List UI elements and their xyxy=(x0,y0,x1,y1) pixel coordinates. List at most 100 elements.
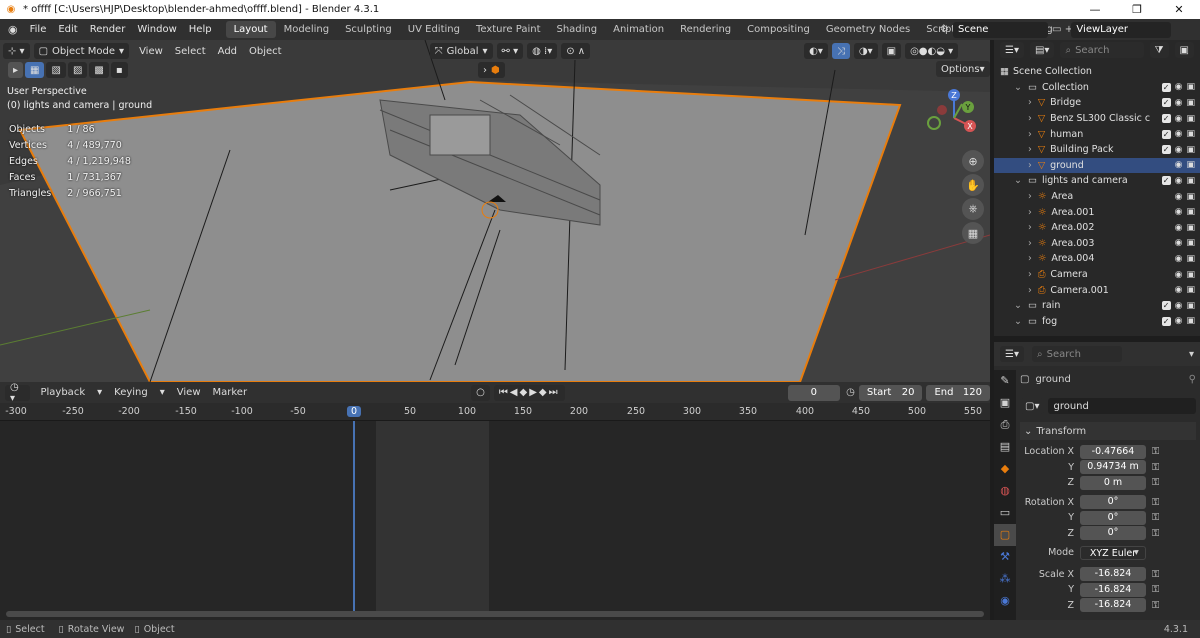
exclude-checkbox[interactable]: ✓ xyxy=(1161,301,1171,311)
marker-menu[interactable]: Marker xyxy=(207,387,254,398)
frame-ruler[interactable]: -300 -250 -200 -150 -100 -50 0 50 100 15… xyxy=(0,403,990,421)
lock-icon[interactable]: ⚿ xyxy=(1152,528,1159,539)
menu-render[interactable]: Render xyxy=(84,24,132,35)
properties-menu-icon[interactable]: ▾ xyxy=(1189,349,1194,360)
maximize-button[interactable]: ❐ xyxy=(1116,0,1158,19)
3d-viewport[interactable]: ⊹ ▾ ▢ Object Mode ▾ View Select Add Object… xyxy=(0,40,990,382)
select-extend-icon[interactable]: ▧ xyxy=(46,62,66,78)
properties-search-input[interactable]: ⌕ Search xyxy=(1031,346,1122,362)
viewport-menu-object[interactable]: Object xyxy=(243,46,288,57)
lock-icon[interactable]: ⚿ xyxy=(1152,446,1159,457)
render-camera-icon[interactable]: ▣ xyxy=(1186,98,1195,108)
pan-hand-icon[interactable]: ✋ xyxy=(962,174,984,196)
playhead-line[interactable] xyxy=(353,421,355,611)
collapse-toolbar-icon[interactable]: › ⬢ xyxy=(478,62,505,78)
lock-icon[interactable]: ⚿ xyxy=(1152,497,1159,508)
close-button[interactable]: ✕ xyxy=(1158,0,1200,19)
select-new-icon[interactable]: ▦ xyxy=(25,62,45,78)
eye-icon[interactable]: ◉ xyxy=(1175,160,1183,170)
select-intersect-icon[interactable]: ▪ xyxy=(110,62,128,78)
physics-tab-icon[interactable]: ◉ xyxy=(994,590,1016,612)
lock-icon[interactable]: ⚿ xyxy=(1152,462,1159,473)
viewport-menu-view[interactable]: View xyxy=(133,46,169,57)
exclude-checkbox[interactable]: ✓ xyxy=(1161,145,1171,155)
render-camera-icon[interactable]: ▣ xyxy=(1186,238,1195,248)
chevron-right-icon[interactable]: › xyxy=(1028,97,1032,108)
outliner-row[interactable]: › ▽ Bridge ✓ ◉ ▣ xyxy=(994,95,1200,111)
exclude-checkbox[interactable]: ✓ xyxy=(1161,82,1171,92)
exclude-checkbox[interactable]: ✓ xyxy=(1161,129,1171,139)
render-camera-icon[interactable]: ▣ xyxy=(1186,254,1195,264)
scene-icon[interactable]: ⚙ xyxy=(940,24,949,35)
tab-texture-paint[interactable]: Texture Paint xyxy=(468,21,549,38)
timeline-scrollbar[interactable] xyxy=(6,611,984,617)
menu-help[interactable]: Help xyxy=(183,24,218,35)
chevron-right-icon[interactable]: › xyxy=(1028,191,1032,202)
eye-icon[interactable]: ◉ xyxy=(1175,316,1183,326)
tab-animation[interactable]: Animation xyxy=(605,21,672,38)
timeline-editor-type-icon[interactable]: ◷ ▾ xyxy=(5,382,31,404)
transform-panel-header[interactable]: ⌄ Transform xyxy=(1020,422,1196,440)
tool-tab-icon[interactable]: ✎ xyxy=(994,370,1016,392)
outliner-row[interactable]: › ⎙ Camera.001 ◉ ▣ xyxy=(994,282,1200,298)
scene-browse-icon[interactable]: ▭ xyxy=(1052,24,1061,35)
eye-icon[interactable]: ◉ xyxy=(1175,238,1183,248)
eye-icon[interactable]: ◉ xyxy=(1175,114,1183,124)
chevron-right-icon[interactable]: ⌄ xyxy=(1014,175,1022,186)
snap-button[interactable]: ◍ ⁞▾ xyxy=(527,43,558,59)
scene-selector[interactable]: Scene xyxy=(952,21,1048,38)
render-camera-icon[interactable]: ▣ xyxy=(1186,129,1195,139)
render-camera-icon[interactable]: ▣ xyxy=(1186,223,1195,233)
outliner-row[interactable]: ⌄ ▭ rain ✓ ◉ ▣ xyxy=(994,298,1200,314)
render-camera-icon[interactable]: ▣ xyxy=(1186,270,1195,280)
outliner-row[interactable]: ⌄ ▭ fog ✓ ◉ ▣ xyxy=(994,314,1200,330)
playback-menu[interactable]: Playback xyxy=(34,387,91,398)
view-layer-tab-icon[interactable]: ▤ xyxy=(994,436,1016,458)
eye-icon[interactable]: ◉ xyxy=(1175,98,1183,108)
lock-icon[interactable]: ⚿ xyxy=(1152,600,1159,611)
eye-icon[interactable]: ◉ xyxy=(1175,285,1183,295)
options-button[interactable]: Options ▾ xyxy=(936,61,990,77)
new-collection-icon[interactable]: ▣ xyxy=(1174,42,1194,58)
outliner-row[interactable]: › ☼ Area.004 ◉ ▣ xyxy=(994,251,1200,267)
pin-icon[interactable]: ⚲ xyxy=(1189,374,1196,385)
rotation-z-field[interactable]: 0° xyxy=(1080,526,1146,541)
lock-icon[interactable]: ⚿ xyxy=(1152,477,1159,488)
outliner-row[interactable]: › ☼ Area.002 ◉ ▣ xyxy=(994,220,1200,236)
chevron-right-icon[interactable]: › xyxy=(1028,144,1032,155)
exclude-checkbox[interactable]: ✓ xyxy=(1161,114,1171,124)
viewport-menu-add[interactable]: Add xyxy=(212,46,243,57)
proportional-edit-button[interactable]: ⊙ ∧ xyxy=(561,43,591,59)
eye-icon[interactable]: ◉ xyxy=(1175,129,1183,139)
eye-icon[interactable]: ◉ xyxy=(1175,192,1183,202)
collection-tab-icon[interactable]: ▭ xyxy=(994,502,1016,524)
minimize-button[interactable]: — xyxy=(1074,0,1116,19)
chevron-right-icon[interactable]: ⌄ xyxy=(1014,300,1022,311)
menu-edit[interactable]: Edit xyxy=(52,24,83,35)
render-tab-icon[interactable]: ▣ xyxy=(994,392,1016,414)
render-camera-icon[interactable]: ▣ xyxy=(1186,207,1195,217)
lock-icon[interactable]: ⚿ xyxy=(1152,584,1159,595)
rotation-x-field[interactable]: 0° xyxy=(1080,495,1146,510)
eye-icon[interactable]: ◉ xyxy=(1175,145,1183,155)
exclude-checkbox[interactable]: ✓ xyxy=(1161,98,1171,108)
transform-orientation-dropdown[interactable]: ⤧ Global ▾ xyxy=(429,43,493,59)
location-z-field[interactable]: 0 m xyxy=(1080,475,1146,490)
outliner-row[interactable]: › ▽ ground ◉ ▣ xyxy=(994,157,1200,174)
chevron-right-icon[interactable]: ⌄ xyxy=(1014,316,1022,327)
overlay-button[interactable]: ◑▾ xyxy=(853,43,878,59)
render-camera-icon[interactable]: ▣ xyxy=(1186,114,1195,124)
object-name-field[interactable]: ground xyxy=(1048,398,1196,414)
location-y-field[interactable]: 0.94734 m xyxy=(1080,460,1146,475)
scene-tab-icon[interactable]: ◆ xyxy=(994,458,1016,480)
tab-modeling[interactable]: Modeling xyxy=(276,21,338,38)
xray-button[interactable]: ▣ xyxy=(881,43,902,59)
rotation-y-field[interactable]: 0° xyxy=(1080,510,1146,525)
render-camera-icon[interactable]: ▣ xyxy=(1186,316,1195,326)
eye-icon[interactable]: ◉ xyxy=(1175,254,1183,264)
outliner-row[interactable]: › ☼ Area ◉ ▣ xyxy=(994,189,1200,205)
outliner[interactable]: ☰▾ ▤▾ ⌕ Search ⧩ ▣ ▦ Scene Collection ⌄ ▭ C… xyxy=(994,40,1200,336)
viewlayer-selector[interactable]: ViewLayer xyxy=(1071,21,1172,38)
shading-modes[interactable]: ◎●◐◒ ▾ xyxy=(905,43,959,59)
exclude-checkbox[interactable]: ✓ xyxy=(1161,176,1171,186)
